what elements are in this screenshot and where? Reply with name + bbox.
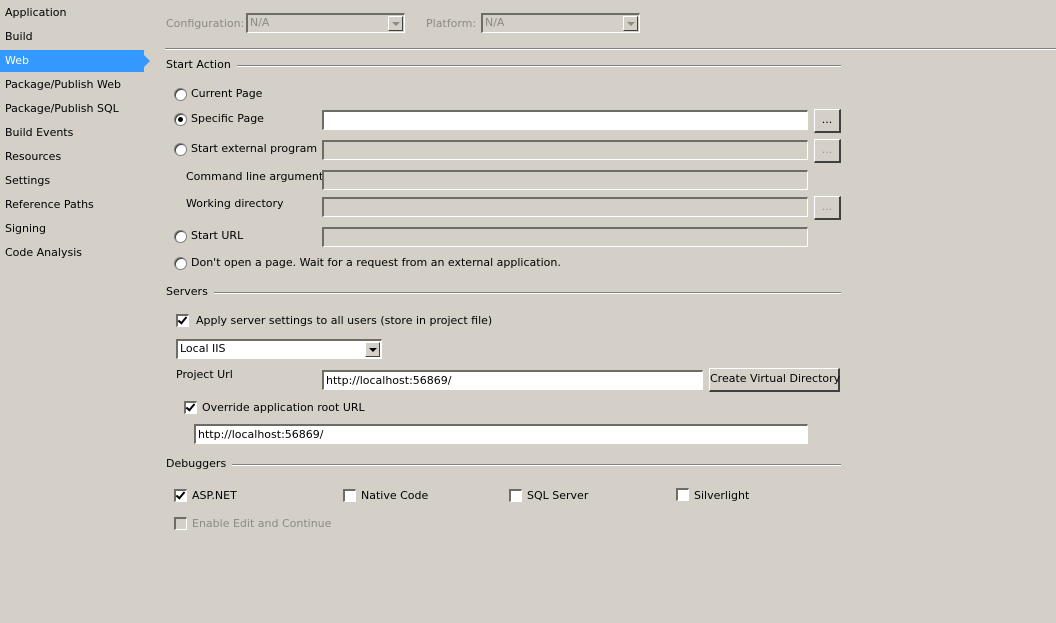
platform-value: N/A [485, 16, 505, 29]
start-url-radio[interactable] [174, 230, 187, 243]
dont-open-page-radio[interactable] [174, 257, 187, 270]
silverlight-checkbox[interactable] [676, 488, 689, 501]
sql-server-checkbox[interactable] [509, 489, 522, 502]
specific-page-input[interactable] [322, 110, 808, 130]
start-url-input[interactable] [322, 227, 808, 247]
start-url-label[interactable]: Start URL [191, 228, 243, 244]
toolbar-divider [165, 48, 1056, 50]
sidebar-item-build-events[interactable]: Build Events [0, 122, 145, 144]
apply-all-users-label[interactable]: Apply server settings to all users (stor… [196, 313, 492, 329]
command-line-arguments-input[interactable] [322, 170, 808, 190]
asp-net-label[interactable]: ASP.NET [192, 488, 237, 504]
specific-page-radio[interactable] [174, 113, 187, 126]
command-line-arguments-label: Command line arguments [186, 170, 329, 183]
sidebar-item-package-publish-sql[interactable]: Package/Publish SQL [0, 98, 145, 120]
server-type-value: Local IIS [180, 342, 226, 355]
start-action-divider [166, 65, 841, 67]
working-directory-label: Working directory [186, 197, 284, 210]
platform-label: Platform: [426, 17, 477, 30]
debuggers-heading: Debuggers [166, 457, 233, 470]
project-url-label: Project Url [176, 368, 233, 381]
apply-all-users-checkbox[interactable] [176, 314, 189, 327]
current-page-label[interactable]: Current Page [191, 86, 262, 102]
chevron-down-icon[interactable] [388, 16, 403, 31]
sql-server-label[interactable]: SQL Server [527, 488, 588, 504]
platform-select[interactable]: N/A [481, 13, 640, 33]
sidebar-item-application[interactable]: Application [0, 2, 145, 24]
start-external-program-radio[interactable] [174, 143, 187, 156]
start-external-program-label[interactable]: Start external program [191, 141, 317, 157]
servers-divider [166, 292, 841, 294]
edit-and-continue-checkbox[interactable] [174, 517, 187, 530]
sidebar-item-settings[interactable]: Settings [0, 170, 145, 192]
working-directory-input[interactable] [322, 197, 808, 217]
external-program-input[interactable] [322, 140, 808, 160]
specific-page-label[interactable]: Specific Page [191, 111, 264, 127]
silverlight-label[interactable]: Silverlight [694, 488, 749, 504]
native-code-label[interactable]: Native Code [361, 488, 428, 504]
native-code-checkbox[interactable] [343, 489, 356, 502]
dont-open-page-label[interactable]: Don't open a page. Wait for a request fr… [191, 255, 561, 271]
browse-working-directory-button[interactable]: ... [814, 196, 841, 220]
override-root-url-checkbox[interactable] [184, 401, 197, 414]
override-root-url-label[interactable]: Override application root URL [202, 400, 365, 416]
current-page-radio[interactable] [174, 88, 187, 101]
sidebar-item-reference-paths[interactable]: Reference Paths [0, 194, 145, 216]
start-action-heading: Start Action [166, 58, 237, 71]
configuration-select[interactable]: N/A [246, 13, 405, 33]
server-type-select[interactable]: Local IIS [176, 339, 382, 359]
debuggers-divider [166, 464, 841, 466]
override-root-url-input[interactable]: http://localhost:56869/ [194, 424, 808, 444]
sidebar-item-signing[interactable]: Signing [0, 218, 145, 240]
sidebar-item-web[interactable]: Web [0, 50, 150, 72]
sidebar-item-resources[interactable]: Resources [0, 146, 145, 168]
servers-heading: Servers [166, 285, 214, 298]
configuration-value: N/A [250, 16, 270, 29]
project-url-input[interactable]: http://localhost:56869/ [322, 370, 703, 390]
browse-external-program-button[interactable]: ... [814, 139, 841, 163]
configuration-label: Configuration: [166, 17, 245, 30]
asp-net-checkbox[interactable] [174, 489, 187, 502]
chevron-down-icon[interactable] [623, 16, 638, 31]
sidebar-item-build[interactable]: Build [0, 26, 145, 48]
browse-specific-page-button[interactable]: ... [814, 109, 841, 133]
sidebar-item-package-publish-web[interactable]: Package/Publish Web [0, 74, 145, 96]
edit-and-continue-label[interactable]: Enable Edit and Continue [192, 516, 331, 532]
create-virtual-directory-button[interactable]: Create Virtual Directory [709, 368, 840, 392]
chevron-down-icon[interactable] [365, 342, 380, 357]
sidebar-item-code-analysis[interactable]: Code Analysis [0, 242, 145, 264]
